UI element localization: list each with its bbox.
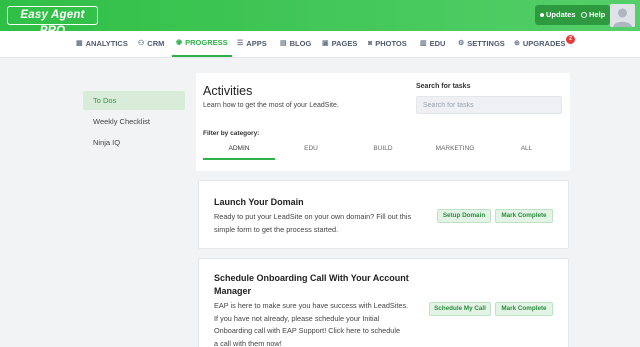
task-description-line: EAP is here to make sure you have succes… bbox=[214, 301, 409, 310]
sidebar-item-to-dos[interactable]: To Dos bbox=[83, 91, 185, 110]
task-title: Schedule Onboarding Call With Your Accou… bbox=[214, 272, 409, 297]
apps-icon: ☰ bbox=[237, 40, 244, 47]
activities-panel: Activities Learn how to get the most of … bbox=[196, 73, 570, 171]
progress-icon: ◉ bbox=[176, 39, 183, 46]
sidebar-item-ninja-iq[interactable]: Ninja IQ bbox=[83, 133, 185, 152]
upgrades-badge: 2 bbox=[566, 35, 575, 44]
nav-item-label: PROGRESS bbox=[185, 38, 228, 47]
nav-item-apps[interactable]: ☰ APPS bbox=[237, 31, 267, 57]
nav-item-label: UPGRADES bbox=[522, 39, 566, 48]
search-label: Search for tasks bbox=[416, 83, 471, 90]
task-description: Ready to put your LeadSite on your own d… bbox=[214, 211, 411, 236]
task-description-line: Onboarding call with EAP Support! Click … bbox=[214, 326, 401, 335]
tab-all[interactable]: ALL bbox=[491, 140, 562, 160]
tab-edu[interactable]: EDU bbox=[275, 140, 347, 160]
page-title: Activities bbox=[203, 84, 253, 98]
nav-item-label: CRM bbox=[147, 39, 165, 48]
upgrade-icon: ⊕ bbox=[514, 40, 520, 47]
top-bar: Easy Agent PRO Updates Help bbox=[0, 0, 640, 37]
nav-item-blog[interactable]: ▤ BLOG bbox=[280, 31, 311, 57]
setup-domain-button[interactable]: Setup Domain bbox=[437, 209, 491, 223]
sidebar: To Dos Weekly Checklist Ninja IQ bbox=[83, 91, 185, 154]
page-subtitle: Learn how to get the most of your LeadSi… bbox=[203, 102, 339, 109]
pages-icon: ▣ bbox=[322, 40, 329, 47]
updates-button[interactable]: Updates bbox=[535, 5, 581, 25]
nav-item-photos[interactable]: ◙ PHOTOS bbox=[368, 31, 407, 57]
nav-item-label: ANALYTICS bbox=[85, 39, 128, 48]
blog-icon: ▤ bbox=[280, 40, 287, 47]
camera-icon: ◙ bbox=[368, 40, 373, 47]
logo[interactable]: Easy Agent PRO bbox=[7, 6, 98, 37]
nav-item-label: SETTINGS bbox=[467, 39, 505, 48]
task-card: Schedule Onboarding Call With Your Accou… bbox=[198, 258, 569, 347]
tab-marketing[interactable]: MARKETING bbox=[419, 140, 491, 160]
search-input[interactable] bbox=[416, 96, 562, 114]
task-title-line: Schedule Onboarding Call With Your Accou… bbox=[214, 273, 409, 283]
task-title-line: Launch Your Domain bbox=[214, 197, 304, 207]
nav-item-upgrades[interactable]: ⊕ UPGRADES bbox=[514, 31, 565, 57]
mark-complete-button[interactable]: Mark Complete bbox=[495, 209, 553, 223]
tab-build[interactable]: BUILD bbox=[347, 140, 419, 160]
task-card: Launch Your Domain Ready to put your Lea… bbox=[198, 180, 569, 249]
help-button[interactable]: Help bbox=[576, 5, 611, 25]
nav-item-label: BLOG bbox=[289, 39, 312, 48]
nav-item-analytics[interactable]: ▦ ANALYTICS bbox=[76, 31, 128, 57]
avatar[interactable] bbox=[610, 4, 635, 27]
nav-item-pages[interactable]: ▣ PAGES bbox=[322, 31, 357, 57]
schedule-my-call-button[interactable]: Schedule My Call bbox=[429, 302, 491, 316]
updates-label: Updates bbox=[546, 10, 576, 19]
people-icon: ⚇ bbox=[138, 40, 145, 47]
task-description: EAP is here to make sure you have succes… bbox=[214, 300, 408, 347]
main-nav: ▦ ANALYTICS ⚇ CRM ◉ PROGRESS ☰ APPS ▤ BL… bbox=[0, 31, 640, 58]
mark-complete-button[interactable]: Mark Complete bbox=[495, 302, 553, 316]
task-title-line: Manager bbox=[214, 285, 252, 296]
task-description-line: If you have not already, please schedule… bbox=[214, 313, 380, 323]
dot-icon bbox=[540, 13, 544, 17]
task-description-line: simple form to get the process started. bbox=[214, 224, 339, 234]
task-title: Launch Your Domain bbox=[214, 196, 304, 209]
category-tabs: ADMIN EDU BUILD MARKETING ALL bbox=[203, 140, 562, 160]
nav-item-edu[interactable]: ▥ EDU bbox=[420, 31, 445, 57]
help-circle-icon bbox=[581, 12, 587, 18]
bar-chart-icon: ▦ bbox=[76, 40, 83, 47]
book-icon: ▥ bbox=[420, 40, 427, 47]
help-label: Help bbox=[589, 10, 606, 19]
sidebar-item-weekly-checklist[interactable]: Weekly Checklist bbox=[83, 112, 185, 131]
nav-item-label: EDU bbox=[429, 39, 446, 48]
nav-item-crm[interactable]: ⚇ CRM bbox=[138, 31, 164, 57]
gear-icon: ⚙ bbox=[458, 40, 465, 47]
nav-item-label: PAGES bbox=[331, 39, 358, 48]
task-description-line: a call with them now! bbox=[214, 338, 282, 347]
nav-item-settings[interactable]: ⚙ SETTINGS bbox=[458, 31, 505, 57]
task-description-line: Ready to put your LeadSite on your own d… bbox=[214, 212, 412, 221]
tab-admin[interactable]: ADMIN bbox=[203, 140, 275, 160]
nav-item-label: PHOTOS bbox=[375, 39, 407, 48]
filter-label: Filter by category: bbox=[203, 130, 260, 137]
nav-item-progress[interactable]: ◉ PROGRESS bbox=[172, 31, 232, 57]
nav-item-label: APPS bbox=[246, 39, 267, 48]
